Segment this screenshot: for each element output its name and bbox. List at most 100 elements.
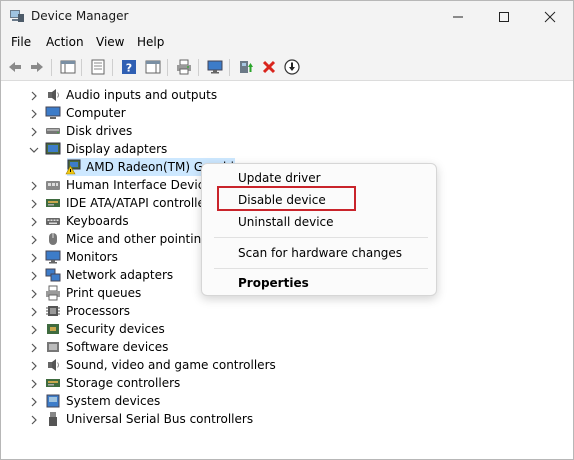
toolbar-separator <box>229 59 230 76</box>
chevron-right-icon[interactable] <box>29 126 39 137</box>
toolbar-separator <box>167 59 168 76</box>
tree-item-computer[interactable]: Computer <box>5 104 565 122</box>
display-adapter-icon <box>45 141 61 157</box>
minimize-button[interactable] <box>435 1 481 32</box>
action-pane-icon <box>145 60 161 74</box>
chevron-right-icon[interactable] <box>29 216 39 227</box>
menu-item-scan-hardware[interactable]: Scan for hardware changes <box>238 246 402 260</box>
tree-item-label: Keyboards <box>66 214 129 228</box>
chevron-right-icon[interactable] <box>29 342 39 353</box>
system-device-icon <box>45 393 61 409</box>
speaker-icon <box>45 87 61 103</box>
sound-icon <box>45 357 61 373</box>
tree-item-label: Computer <box>66 106 126 120</box>
tree-item-label: Disk drives <box>66 124 133 138</box>
security-device-icon <box>45 321 61 337</box>
processor-icon <box>45 303 61 319</box>
storage-controller-icon <box>45 375 61 391</box>
forward-arrow-icon <box>31 62 43 72</box>
update-driver-button[interactable] <box>236 57 256 77</box>
tree-item-disk-drives[interactable]: Disk drives <box>5 122 565 140</box>
usb-icon <box>45 411 61 427</box>
tree-item-label: Audio inputs and outputs <box>66 88 218 102</box>
chevron-right-icon[interactable] <box>29 90 39 101</box>
toolbar: ? <box>1 54 573 81</box>
svg-text:?: ? <box>126 62 132 75</box>
tree-item-label: Network adapters <box>66 268 174 282</box>
toolbar-separator <box>81 59 82 76</box>
tree-item-label: Display adapters <box>66 142 168 156</box>
menu-separator <box>214 237 428 238</box>
device-manager-app-icon <box>9 9 25 23</box>
back-arrow-icon <box>9 62 21 72</box>
chevron-right-icon[interactable] <box>29 378 39 389</box>
toolbar-separator <box>112 59 113 76</box>
minimize-icon <box>453 16 463 17</box>
menu-action[interactable]: Action <box>46 35 84 49</box>
menu-bar: File Action View Help <box>1 32 573 54</box>
help-button[interactable]: ? <box>119 57 139 77</box>
toolbar-separator <box>51 59 52 76</box>
tree-item-label: Human Interface Devices <box>66 178 218 192</box>
tree-item-processors[interactable]: Processors <box>5 302 565 320</box>
tree-item-label: Universal Serial Bus controllers <box>66 412 254 426</box>
ide-controller-icon <box>45 195 61 211</box>
tree-item-display-adapters[interactable]: Display adapters <box>5 140 565 158</box>
show-hide-tree-button[interactable] <box>58 57 78 77</box>
help-icon: ? <box>122 60 136 75</box>
chevron-right-icon[interactable] <box>29 234 39 245</box>
chevron-right-icon[interactable] <box>29 288 39 299</box>
tree-item-label: Software devices <box>66 340 169 354</box>
chevron-right-icon[interactable] <box>29 324 39 335</box>
chevron-right-icon[interactable] <box>29 396 39 407</box>
hid-icon <box>45 177 61 193</box>
scan-hardware-button[interactable] <box>205 57 225 77</box>
computer-icon <box>45 105 61 121</box>
chevron-right-icon[interactable] <box>29 252 39 263</box>
software-device-icon <box>45 339 61 355</box>
tree-item-software-devices[interactable]: Software devices <box>5 338 565 356</box>
chevron-right-icon[interactable] <box>29 414 39 425</box>
title-bar[interactable]: Device Manager <box>1 1 573 32</box>
tree-item-label: IDE ATA/ATAPI controllers <box>66 196 217 210</box>
window-title: Device Manager <box>31 9 129 23</box>
disable-button[interactable] <box>282 57 302 77</box>
close-button[interactable] <box>527 1 573 32</box>
tree-item-label: Processors <box>66 304 131 318</box>
tree-item-audio[interactable]: Audio inputs and outputs <box>5 86 565 104</box>
menu-view[interactable]: View <box>96 35 124 49</box>
maximize-button[interactable] <box>481 1 527 32</box>
tree-item-security-devices[interactable]: Security devices <box>5 320 565 338</box>
menu-help[interactable]: Help <box>137 35 164 49</box>
download-arrow-icon <box>284 59 300 75</box>
print-button[interactable] <box>174 57 194 77</box>
tree-item-sound[interactable]: Sound, video and game controllers <box>5 356 565 374</box>
tree-item-usb[interactable]: Universal Serial Bus controllers <box>5 410 565 428</box>
properties-button[interactable] <box>88 57 108 77</box>
warning-display-icon <box>65 159 81 175</box>
chevron-right-icon[interactable] <box>29 198 39 209</box>
tree-item-label: Print queues <box>66 286 142 300</box>
chevron-down-icon[interactable] <box>29 144 39 154</box>
menu-item-update-driver[interactable]: Update driver <box>238 171 321 185</box>
chevron-right-icon[interactable] <box>29 306 39 317</box>
chevron-right-icon[interactable] <box>29 270 39 281</box>
menu-separator <box>214 268 428 269</box>
tree-item-system-devices[interactable]: System devices <box>5 392 565 410</box>
tree-item-storage-controllers[interactable]: Storage controllers <box>5 374 565 392</box>
menu-file[interactable]: File <box>11 35 31 49</box>
forward-button[interactable] <box>27 57 47 77</box>
action-pane-button[interactable] <box>143 57 163 77</box>
properties-sheet-icon <box>91 59 105 75</box>
menu-item-properties[interactable]: Properties <box>238 276 309 290</box>
chevron-right-icon[interactable] <box>29 180 39 191</box>
uninstall-button[interactable] <box>259 57 279 77</box>
tree-item-label: System devices <box>66 394 161 408</box>
disk-drive-icon <box>45 123 61 139</box>
chevron-right-icon[interactable] <box>29 108 39 119</box>
disable-device-highlight-box <box>217 186 356 211</box>
network-adapter-icon <box>45 267 61 283</box>
menu-item-uninstall-device[interactable]: Uninstall device <box>238 215 334 229</box>
chevron-right-icon[interactable] <box>29 360 39 371</box>
back-button[interactable] <box>5 57 25 77</box>
